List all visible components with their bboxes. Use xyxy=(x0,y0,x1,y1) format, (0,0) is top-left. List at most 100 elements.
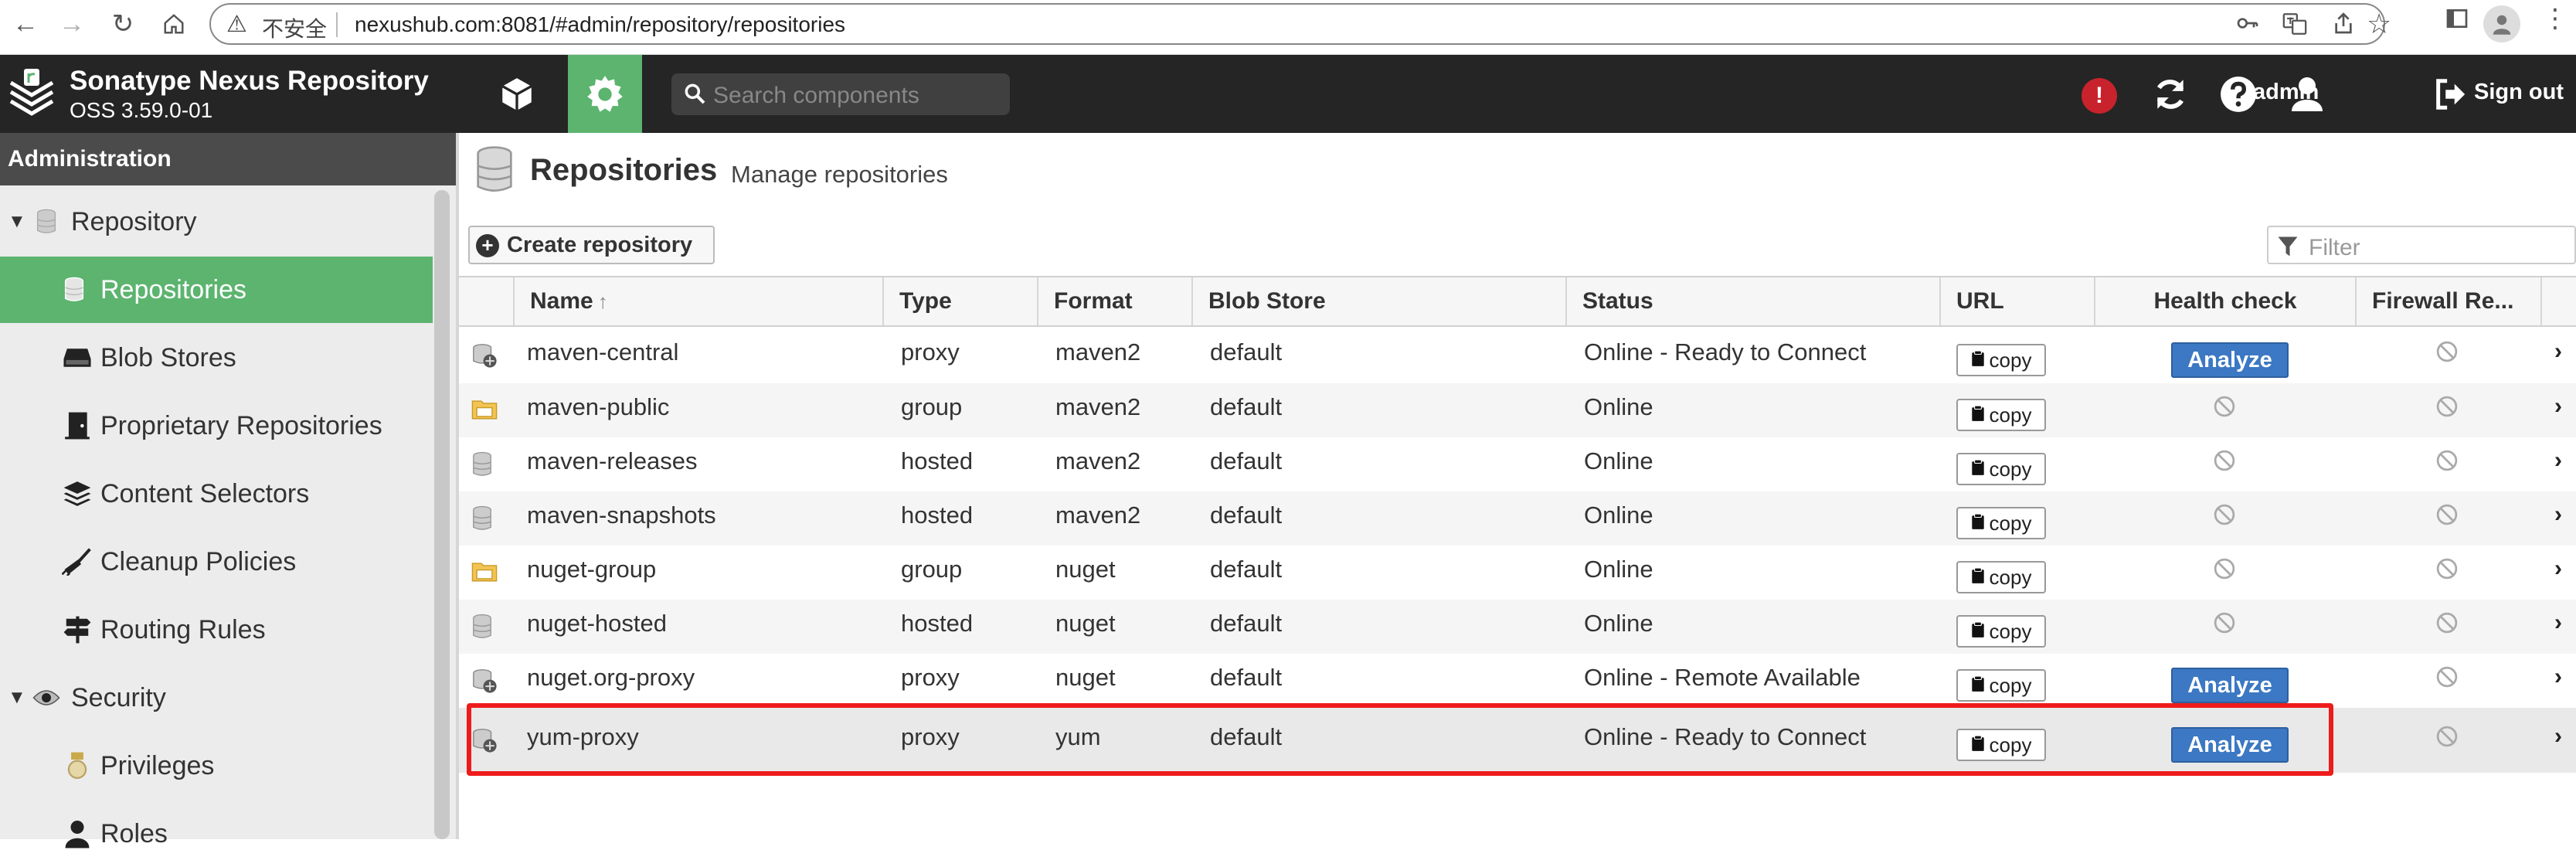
bookmark-star-icon[interactable]: ☆ xyxy=(2367,8,2391,40)
username-link[interactable]: admin xyxy=(2253,80,2319,105)
create-repository-button[interactable]: + Create repository xyxy=(468,226,715,264)
repository-type: hosted xyxy=(901,502,974,529)
chevron-right-icon[interactable]: › xyxy=(2554,502,2562,528)
alert-icon[interactable]: ! xyxy=(2082,78,2117,114)
back-icon[interactable]: ← xyxy=(8,6,43,42)
filter-placeholder: Filter xyxy=(2309,235,2360,260)
repository-status: Online - Ready to Connect xyxy=(1584,338,1867,366)
chevron-right-icon[interactable]: › xyxy=(2554,447,2562,474)
firewall-unavailable-icon xyxy=(2435,449,2460,474)
table-row[interactable]: maven-central proxy maven2 default Online - … xyxy=(459,328,2576,383)
copy-url-button[interactable]: copy xyxy=(1956,399,2046,431)
copy-label: copy xyxy=(1989,511,2032,535)
chevron-right-icon[interactable]: › xyxy=(2554,723,2562,750)
collapse-triangle-icon[interactable]: ▼ xyxy=(8,211,26,233)
copy-url-button[interactable]: copy xyxy=(1956,669,2046,702)
chevron-right-icon[interactable]: › xyxy=(2554,393,2562,420)
app-name: Sonatype Nexus Repository xyxy=(70,66,429,96)
column-header-firewall[interactable]: Firewall Re... xyxy=(2355,277,2540,325)
sidebar-item-security[interactable]: ▼ Security xyxy=(0,665,433,731)
translate-icon[interactable] xyxy=(2282,11,2308,43)
chevron-right-icon[interactable]: › xyxy=(2554,664,2562,690)
search-input[interactable]: Search components xyxy=(671,73,1010,115)
copy-url-button[interactable]: copy xyxy=(1956,615,2046,648)
column-header-type[interactable]: Type xyxy=(882,277,1037,325)
browse-mode-button[interactable] xyxy=(484,55,550,133)
table-row[interactable]: nuget-group group nuget default Online copy › xyxy=(459,546,2576,600)
repository-format: maven2 xyxy=(1055,447,1141,474)
sidebar-toggle-icon[interactable] xyxy=(2445,6,2469,37)
sidebar-item-label: Content Selectors xyxy=(100,478,310,508)
analyze-button[interactable]: Analyze xyxy=(2171,668,2289,703)
column-header-actions xyxy=(2540,277,2576,325)
sidebar-item-label: Repository xyxy=(71,206,197,236)
sidebar-scrollbar[interactable] xyxy=(434,190,450,839)
create-repository-label: Create repository xyxy=(507,232,693,257)
table-row[interactable]: maven-snapshots hosted maven2 default Online… xyxy=(459,491,2576,546)
home-icon[interactable] xyxy=(156,6,192,42)
collapse-triangle-icon[interactable]: ▼ xyxy=(8,687,26,709)
table-row[interactable]: nuget.org-proxy proxy nuget default Online -… xyxy=(459,654,2576,708)
sidebar-item-repository[interactable]: ▼ Repository xyxy=(0,189,433,255)
copy-url-button[interactable]: copy xyxy=(1956,507,2046,539)
sign-out-icon[interactable] xyxy=(2432,76,2468,112)
filter-input[interactable]: Filter xyxy=(2267,226,2576,264)
table-row[interactable]: maven-public group maven2 default Online copy… xyxy=(459,383,2576,437)
column-header-url[interactable]: URL xyxy=(1939,277,2094,325)
reload-icon[interactable]: ↻ xyxy=(105,6,141,42)
sidebar-item-content-selectors[interactable]: Content Selectors xyxy=(0,461,433,527)
repository-format: maven2 xyxy=(1055,502,1141,529)
sidebar-item-repositories[interactable]: Repositories xyxy=(0,257,433,323)
url-text[interactable]: nexushub.com:8081/#admin/repository/repo… xyxy=(355,12,845,37)
more-menu-icon[interactable]: ⋮ xyxy=(2542,3,2568,34)
repository-blob-store: default xyxy=(1210,556,1283,583)
copy-url-button[interactable]: copy xyxy=(1956,561,2046,593)
repository-name: nuget-hosted xyxy=(527,610,667,637)
nexus-logo-icon xyxy=(9,69,54,116)
repository-name: maven-snapshots xyxy=(527,502,716,529)
chevron-right-icon[interactable]: › xyxy=(2554,556,2562,582)
sidebar-item-proprietary-repositories[interactable]: Proprietary Repositories xyxy=(0,393,433,459)
copy-url-button[interactable]: copy xyxy=(1956,344,2046,376)
address-bar[interactable]: ⚠ 不安全 nexushub.com:8081/#admin/repositor… xyxy=(209,3,2391,45)
forward-icon[interactable]: → xyxy=(54,6,90,42)
repository-format: nuget xyxy=(1055,664,1116,691)
chevron-right-icon[interactable]: › xyxy=(2554,338,2562,365)
repository-blob-store: default xyxy=(1210,610,1283,637)
hard-drive-icon xyxy=(62,342,93,373)
key-icon[interactable] xyxy=(2235,11,2260,42)
sidebar-item-blob-stores[interactable]: Blob Stores xyxy=(0,325,433,391)
copy-url-button[interactable]: copy xyxy=(1956,453,2046,485)
sign-out-link[interactable]: Sign out xyxy=(2474,80,2564,105)
group-repository-icon xyxy=(471,559,498,586)
clipboard-icon xyxy=(1971,566,1985,590)
copy-label: copy xyxy=(1989,403,2032,427)
sidebar-item-label: Cleanup Policies xyxy=(100,546,297,576)
analyze-button[interactable]: Analyze xyxy=(2171,342,2289,378)
column-header-blob-store[interactable]: Blob Store xyxy=(1191,277,1565,325)
column-header-name[interactable]: Name ↑ xyxy=(513,277,882,325)
sidebar-item-routing-rules[interactable]: Routing Rules xyxy=(0,597,433,663)
table-row[interactable]: nuget-hosted hosted nuget default Online copy… xyxy=(459,600,2576,654)
database-icon xyxy=(59,274,90,305)
column-header-format[interactable]: Format xyxy=(1037,277,1191,325)
page-subtitle: Manage repositories xyxy=(731,161,948,188)
profile-avatar-icon[interactable] xyxy=(2483,5,2520,42)
sort-ascending-icon: ↑ xyxy=(597,289,608,313)
repository-status: Online xyxy=(1584,447,1653,474)
table-row[interactable]: maven-releases hosted maven2 default Online c… xyxy=(459,437,2576,491)
sidebar-item-privileges[interactable]: Privileges xyxy=(0,733,433,799)
sidebar-item-roles[interactable]: Roles xyxy=(0,801,433,867)
help-icon[interactable] xyxy=(2219,75,2258,114)
user-icon xyxy=(62,818,93,849)
column-header-health-check[interactable]: Health check xyxy=(2094,277,2355,325)
admin-mode-button[interactable] xyxy=(568,55,642,133)
share-icon[interactable] xyxy=(2331,11,2356,42)
chevron-right-icon[interactable]: › xyxy=(2554,610,2562,636)
column-header-status[interactable]: Status xyxy=(1565,277,1939,325)
repository-type: group xyxy=(901,556,963,583)
repository-blob-store: default xyxy=(1210,338,1283,366)
sidebar-item-cleanup-policies[interactable]: Cleanup Policies xyxy=(0,529,433,595)
clipboard-icon xyxy=(1971,674,1985,698)
refresh-icon[interactable] xyxy=(2151,75,2190,114)
